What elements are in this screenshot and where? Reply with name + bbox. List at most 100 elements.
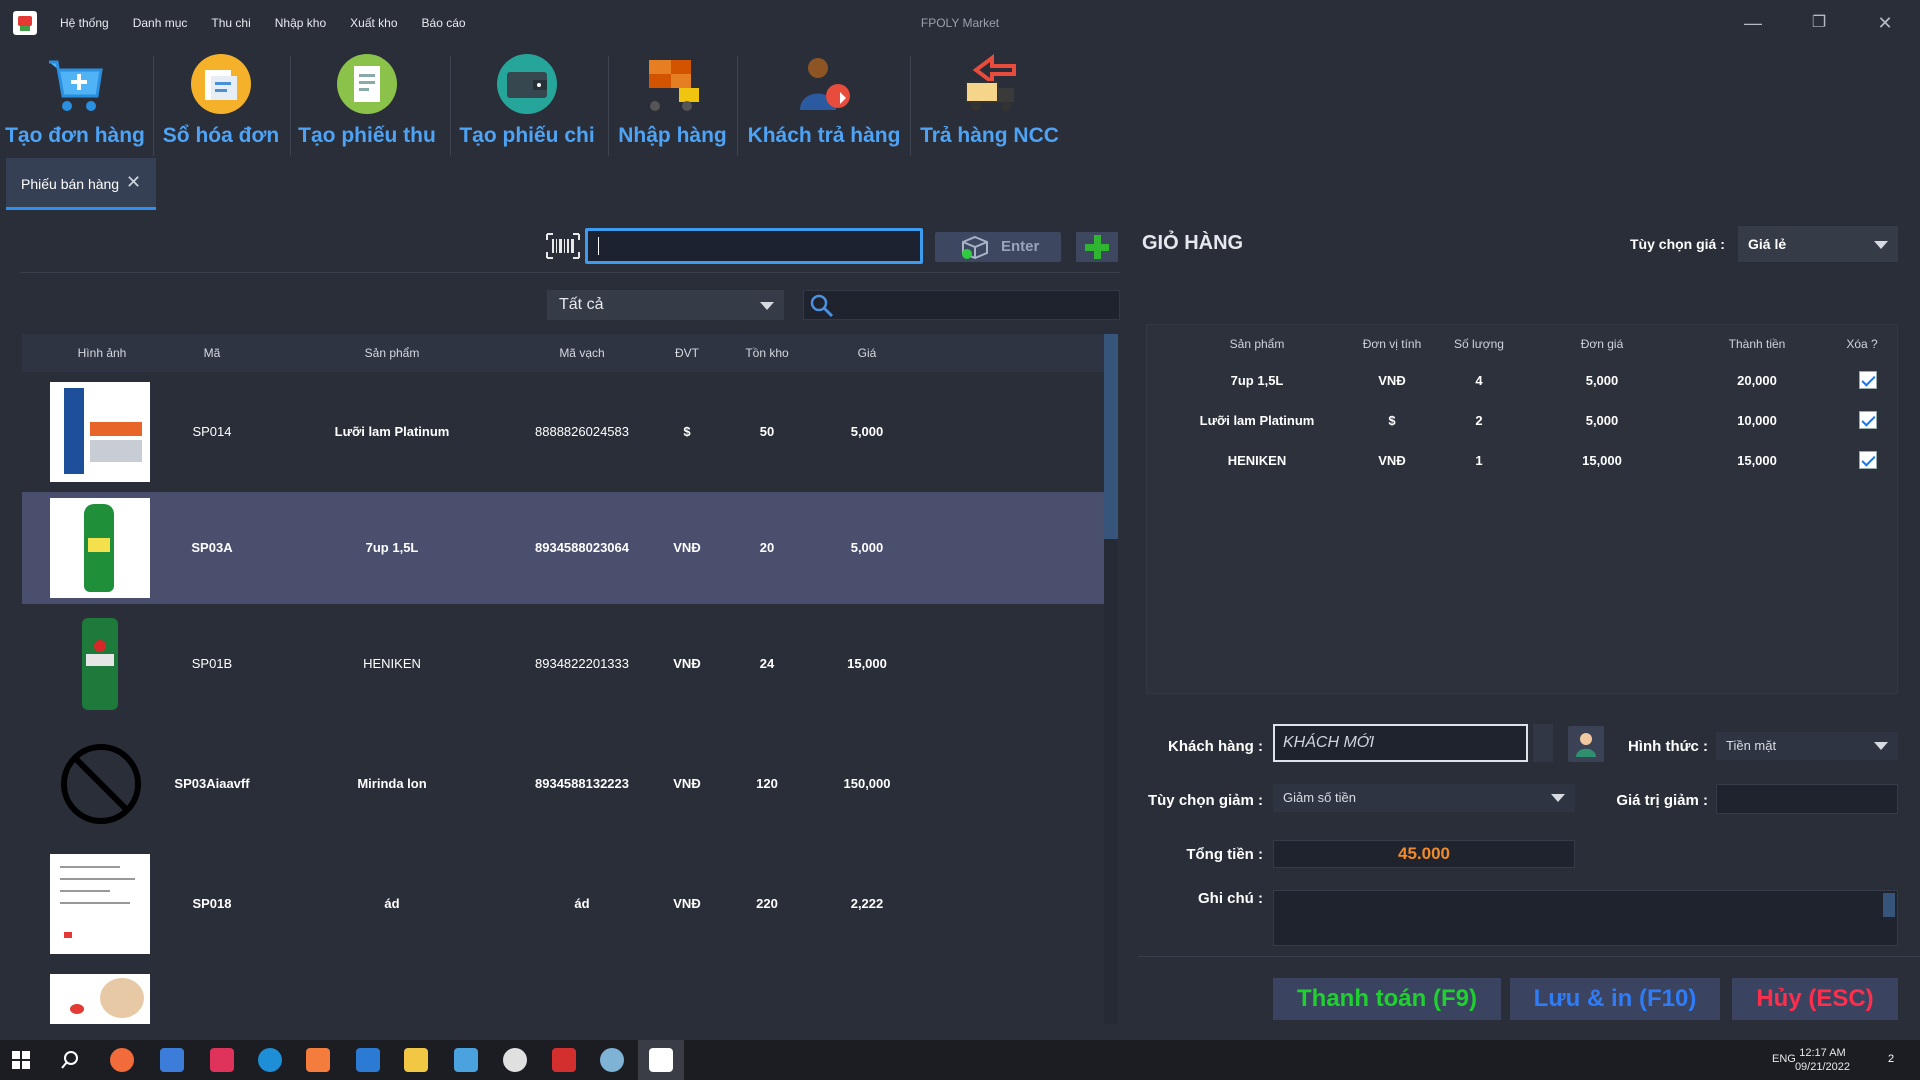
minimize-button[interactable]: — [1738, 10, 1768, 36]
tab-sales-slip[interactable]: Phiếu bán hàng ✕ [6, 158, 156, 210]
col-total: Thành tiền [1728, 337, 1786, 351]
create-order-label: Tạo đơn hàng [5, 124, 145, 147]
invoice-book-icon [191, 54, 251, 114]
product-search-input[interactable] [803, 290, 1120, 320]
row-price: 5,000 [850, 424, 884, 439]
discount-value-input[interactable] [1716, 784, 1898, 814]
customer-input[interactable]: KHÁCH MỚI [1273, 724, 1528, 762]
enter-button[interactable]: Enter [935, 232, 1061, 262]
invoice-book-button[interactable]: Sổ hóa đơn [156, 46, 286, 156]
cancel-button[interactable]: Hủy (ESC) [1732, 978, 1898, 1020]
table-row[interactable]: SP03Aiaavff Mirinda lon 8934588132223 VN… [22, 724, 1105, 844]
row-code: SP01B [191, 656, 233, 671]
customer-return-button[interactable]: Khách trả hàng [740, 46, 908, 156]
scrollbar-thumb[interactable] [1104, 334, 1118, 539]
row-stock: 24 [759, 656, 775, 671]
cart-row-total: 15,000 [1737, 453, 1777, 468]
cart-row[interactable]: HENIKEN VNĐ 1 15,000 15,000 [1147, 441, 1897, 481]
create-receipt-button[interactable]: Tạo phiếu thu [292, 46, 442, 156]
forklift-icon [648, 60, 699, 111]
total-label: Tổng tiền : [1186, 846, 1263, 863]
cart-add-icon [49, 60, 103, 111]
clock-date: 09/21/2022 [1794, 1061, 1850, 1073]
discount-option-value: Giảm số tiền [1283, 790, 1356, 805]
delete-checkbox[interactable] [1859, 371, 1877, 389]
row-unit: VNĐ [673, 540, 701, 555]
import-goods-label: Nhập hàng [618, 124, 727, 147]
row-product: 7up 1,5L [365, 540, 419, 555]
payment-method-select[interactable]: Tiền mặt [1716, 732, 1898, 760]
row-stock: 220 [756, 896, 778, 911]
app-icon[interactable] [454, 1048, 478, 1072]
table-row[interactable] [22, 964, 1105, 1024]
cart-row[interactable]: 7up 1,5L VNĐ 4 5,000 20,000 [1147, 361, 1897, 401]
supplier-return-button[interactable]: Trả hàng NCC [912, 46, 1067, 156]
row-price: 5,000 [850, 540, 884, 555]
notification-count[interactable]: 2 [1888, 1053, 1894, 1065]
toolbar-divider [450, 56, 451, 156]
create-order-button[interactable]: Tạo đơn hàng [0, 46, 150, 156]
note-input[interactable] [1273, 890, 1898, 946]
tab-close-icon[interactable]: ✕ [126, 172, 141, 193]
table-row[interactable]: SP01B HENIKEN 8934822201333 VNĐ 24 15,00… [22, 604, 1105, 724]
windows-start-icon[interactable] [12, 1051, 30, 1069]
col-product: Sản phẩm [1229, 337, 1285, 351]
row-product: ád [384, 896, 400, 911]
note-label: Ghi chú : [1198, 890, 1263, 907]
search-icon[interactable] [60, 1050, 80, 1070]
app-icon[interactable] [110, 1048, 134, 1072]
chevron-down-icon [760, 302, 774, 310]
table-row[interactable]: SP014 Lưỡi lam Platinum 8888826024583 $ … [22, 372, 1105, 492]
vscode-icon[interactable] [356, 1048, 380, 1072]
app-icon[interactable] [600, 1048, 624, 1072]
cart-row[interactable]: Lưỡi lam Platinum $ 2 5,000 10,000 [1147, 401, 1897, 441]
cart-row-qty: 2 [1475, 413, 1483, 428]
row-price: 150,000 [843, 776, 891, 791]
table-row[interactable]: SP018 ád ád VNĐ 220 2,222 [22, 844, 1105, 964]
select-customer-button[interactable] [1568, 726, 1604, 762]
taskbar: ENG 12:17 AM 09/21/2022 2 [0, 1040, 1920, 1080]
file-explorer-icon[interactable] [404, 1048, 428, 1072]
fpoly-market-icon [649, 1048, 673, 1072]
save-print-button[interactable]: Lưu & in (F10) [1510, 978, 1720, 1020]
app-icon[interactable] [210, 1048, 234, 1072]
product-table-scrollbar[interactable] [1104, 334, 1118, 1024]
cart-row-product: 7up 1,5L [1230, 373, 1284, 388]
discount-option-select[interactable]: Giảm số tiền [1273, 784, 1575, 812]
close-button[interactable]: ✕ [1870, 10, 1900, 36]
row-product: HENIKEN [363, 656, 421, 671]
row-barcode: 8888826024583 [535, 424, 629, 439]
app-icon[interactable] [160, 1048, 184, 1072]
edge-icon[interactable] [258, 1048, 282, 1072]
category-select[interactable]: Tất cả [547, 290, 784, 320]
col-code: Mã [203, 346, 221, 360]
import-goods-button[interactable]: Nhập hàng [610, 46, 735, 156]
add-product-button[interactable] [1076, 232, 1118, 262]
col-price: Giá [857, 346, 877, 360]
cart-pane: GIỎ HÀNG Tùy chọn giá : Giá lẻ Sản phẩm … [1138, 214, 1920, 1024]
plus-icon [1085, 235, 1109, 259]
delete-checkbox[interactable] [1859, 451, 1877, 469]
note-scrollbar[interactable] [1883, 893, 1895, 917]
create-payment-button[interactable]: Tạo phiếu chi [452, 46, 602, 156]
pay-button[interactable]: Thanh toán (F9) [1273, 978, 1501, 1020]
delete-checkbox[interactable] [1859, 411, 1877, 429]
wps-icon[interactable] [552, 1048, 576, 1072]
toolbar-divider [153, 56, 154, 156]
price-option-select[interactable]: Giá lẻ [1738, 226, 1898, 262]
clock[interactable]: 12:17 AM 09/21/2022 [1795, 1046, 1850, 1074]
language-indicator[interactable]: ENG [1772, 1053, 1796, 1065]
col-quantity: Số lượng [1454, 337, 1504, 351]
restore-button[interactable]: ❐ [1804, 10, 1834, 36]
enter-button-label: Enter [1001, 238, 1040, 255]
cart-title: GIỎ HÀNG [1142, 232, 1244, 254]
barcode-input[interactable] [585, 228, 923, 264]
row-code: SP018 [192, 896, 232, 911]
app-icon[interactable] [306, 1048, 330, 1072]
customer-clear-button[interactable] [1533, 724, 1553, 762]
row-barcode: 8934588023064 [535, 540, 629, 555]
table-row[interactable]: SP03A 7up 1,5L 8934588023064 VNĐ 20 5,00… [22, 492, 1105, 604]
chrome-icon[interactable] [503, 1048, 527, 1072]
receipt-icon [337, 54, 397, 114]
active-app-slot[interactable] [638, 1040, 684, 1080]
